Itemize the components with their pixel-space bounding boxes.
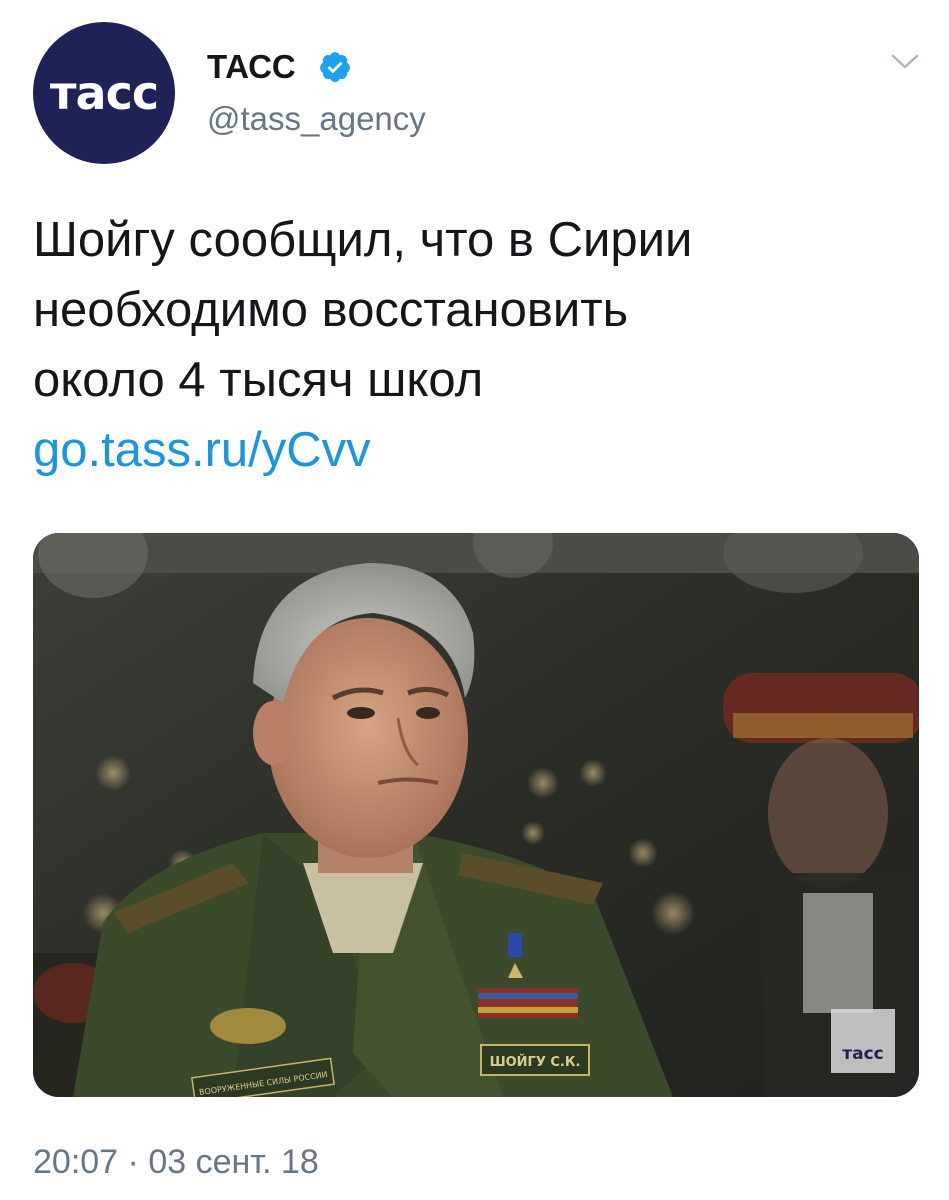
tweet-date: 03 сент. 18 bbox=[148, 1143, 319, 1181]
tweet-text-line: около 4 тысяч школ bbox=[33, 353, 484, 407]
separator-dot: · bbox=[127, 1143, 139, 1181]
photo-illustration: ШОЙГУ С.К. ВООРУЖЕННЫЕ СИЛЫ РОССИИ тасс bbox=[33, 533, 919, 1097]
tweet-time: 20:07 bbox=[33, 1143, 119, 1181]
tweet-photo[interactable]: ШОЙГУ С.К. ВООРУЖЕННЫЕ СИЛЫ РОССИИ тасс bbox=[33, 533, 919, 1097]
tweet-text-line: Шойгу сообщил, что в Сирии bbox=[33, 213, 693, 267]
chevron-down-icon[interactable] bbox=[890, 52, 920, 72]
tweet-text: Шойгу сообщил, что в Сирии необходимо во… bbox=[33, 205, 913, 415]
tweet-text-line: необходимо восстановить bbox=[33, 283, 629, 337]
tass-watermark: тасс bbox=[842, 1044, 883, 1064]
display-name[interactable]: ТАСС bbox=[207, 48, 296, 86]
verified-badge-icon bbox=[320, 52, 350, 82]
avatar-logo-text: тасс bbox=[49, 66, 159, 120]
name-badge-text: ШОЙГУ С.К. bbox=[490, 1054, 581, 1070]
timestamp[interactable]: 20:07 · 03 сент. 18 bbox=[33, 1143, 319, 1182]
avatar[interactable]: тасс bbox=[33, 22, 175, 164]
handle[interactable]: @tass_agency bbox=[207, 100, 426, 138]
tweet-link[interactable]: go.tass.ru/yCvv bbox=[33, 422, 371, 478]
